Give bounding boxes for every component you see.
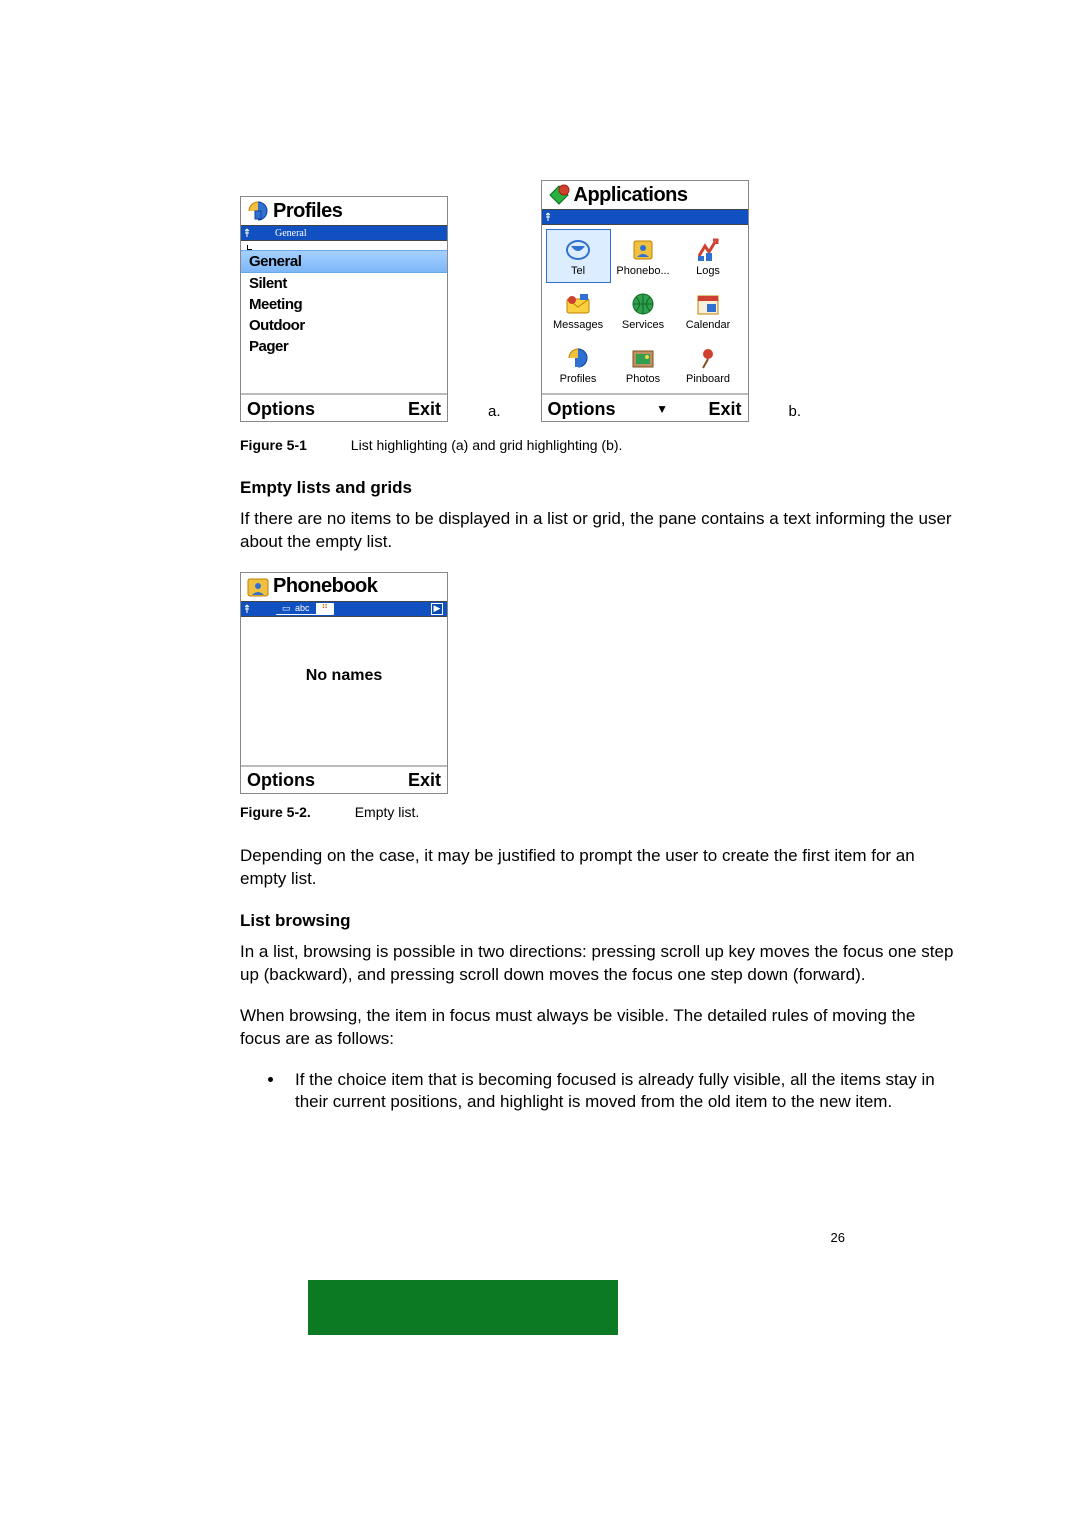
page-number: 26 bbox=[831, 1230, 845, 1245]
signal-icon bbox=[245, 604, 255, 614]
title-text: Phonebook bbox=[273, 575, 377, 598]
list-item[interactable]: Silent bbox=[241, 273, 447, 294]
title-pane: Profiles bbox=[241, 197, 447, 225]
softkey-left[interactable]: Options bbox=[548, 399, 616, 420]
status-pane: General bbox=[241, 225, 447, 241]
phonebook-title-icon bbox=[245, 576, 271, 598]
bullet-list: If the choice item that is becoming focu… bbox=[240, 1069, 960, 1115]
grid-label: Logs bbox=[696, 265, 720, 277]
title-pane: Phonebook bbox=[241, 573, 447, 601]
navi-tabs[interactable]: ▭ abc ⠛ bbox=[275, 602, 335, 616]
list-item[interactable]: General bbox=[241, 250, 447, 273]
grid-cell-photos[interactable]: Photos bbox=[611, 337, 676, 391]
figure-5-1-caption: Figure 5-1 List highlighting (a) and gri… bbox=[240, 437, 960, 453]
list-item[interactable]: Meeting bbox=[241, 294, 447, 315]
figure-5-1-row: Profiles General General Silent Meeting … bbox=[240, 180, 960, 422]
card-icon: ▭ bbox=[282, 603, 291, 613]
softkey-left[interactable]: Options bbox=[247, 770, 315, 791]
grid-cell-logs[interactable]: Logs bbox=[676, 229, 741, 283]
grid-label: Phonebo... bbox=[616, 265, 669, 277]
profiles-small-icon bbox=[563, 344, 593, 372]
grid-cell-profiles[interactable]: Profiles bbox=[546, 337, 611, 391]
status-pane: ▭ abc ⠛ ▶ bbox=[241, 601, 447, 617]
footer-green-bar bbox=[308, 1280, 618, 1335]
softkey-right[interactable]: Exit bbox=[709, 399, 742, 420]
screen-phonebook: Phonebook ▭ abc ⠛ ▶ No names Options Exi… bbox=[240, 572, 448, 794]
title-pane: Applications bbox=[542, 181, 748, 209]
grid-label: Profiles bbox=[560, 373, 597, 385]
bullet-item: If the choice item that is becoming focu… bbox=[285, 1069, 960, 1115]
profiles-icon bbox=[245, 200, 271, 222]
phonebook-icon bbox=[628, 236, 658, 264]
softkey-bar: Options Exit bbox=[241, 393, 447, 421]
tab-right-arrow-icon[interactable]: ▶ bbox=[431, 603, 443, 615]
screen-profiles: Profiles General General Silent Meeting … bbox=[240, 196, 448, 422]
applications-icon bbox=[546, 184, 572, 206]
softkey-center-arrow-icon[interactable]: ▼ bbox=[656, 402, 668, 416]
figure-caption-text: List highlighting (a) and grid highlight… bbox=[351, 437, 623, 453]
list-body: General Silent Meeting Outdoor Pager bbox=[241, 241, 447, 393]
grid-cell-messages[interactable]: Messages bbox=[546, 283, 611, 337]
softkey-right[interactable]: Exit bbox=[408, 770, 441, 791]
heading-list-browsing: List browsing bbox=[240, 911, 960, 931]
photos-icon bbox=[628, 344, 658, 372]
signal-icon bbox=[546, 212, 556, 222]
figure-letter-a: a. bbox=[488, 403, 501, 422]
list-item[interactable]: Outdoor bbox=[241, 315, 447, 336]
grid-label: Pinboard bbox=[686, 373, 730, 385]
tel-icon bbox=[563, 236, 593, 264]
grid-label: Calendar bbox=[686, 319, 731, 331]
paragraph: If there are no items to be displayed in… bbox=[240, 508, 960, 554]
logs-icon bbox=[693, 236, 723, 264]
grid-label: Messages bbox=[553, 319, 603, 331]
grid-label: Tel bbox=[571, 265, 585, 277]
calendar-icon bbox=[693, 290, 723, 318]
messages-icon bbox=[563, 290, 593, 318]
figure-letter-b: b. bbox=[789, 403, 802, 422]
empty-list-text: No names bbox=[306, 667, 382, 685]
figure-label: Figure 5-2. bbox=[240, 804, 311, 820]
softkey-bar: Options Exit bbox=[241, 765, 447, 793]
status-label: General bbox=[275, 228, 307, 239]
figure-5-2-caption: Figure 5-2. Empty list. bbox=[240, 804, 960, 820]
empty-list-body: No names bbox=[241, 617, 447, 765]
title-text: Profiles bbox=[273, 200, 342, 223]
services-icon bbox=[628, 290, 658, 318]
groups-icon: ⠛ bbox=[322, 603, 329, 613]
paragraph: In a list, browsing is possible in two d… bbox=[240, 941, 960, 987]
pinboard-icon bbox=[693, 344, 723, 372]
title-text: Applications bbox=[574, 184, 688, 207]
grid-label: Photos bbox=[626, 373, 660, 385]
softkey-bar: Options ▼ Exit bbox=[542, 393, 748, 421]
grid-body: Tel Phonebo... Logs bbox=[542, 225, 748, 393]
grid-cell-services[interactable]: Services bbox=[611, 283, 676, 337]
paragraph: When browsing, the item in focus must al… bbox=[240, 1005, 960, 1051]
paragraph: Depending on the case, it may be justifi… bbox=[240, 845, 960, 891]
heading-empty-lists: Empty lists and grids bbox=[240, 478, 960, 498]
grid-cell-calendar[interactable]: Calendar bbox=[676, 283, 741, 337]
grid-cell-tel[interactable]: Tel bbox=[546, 229, 611, 283]
signal-icon bbox=[245, 228, 255, 238]
grid-cell-phonebook[interactable]: Phonebo... bbox=[611, 229, 676, 283]
figure-caption-text: Empty list. bbox=[355, 804, 420, 820]
grid-label: Services bbox=[622, 319, 664, 331]
figure-label: Figure 5-1 bbox=[240, 437, 307, 453]
list-item[interactable]: Pager bbox=[241, 336, 447, 357]
softkey-left[interactable]: Options bbox=[247, 399, 315, 420]
screen-applications: Applications Tel bbox=[541, 180, 749, 422]
status-pane bbox=[542, 209, 748, 225]
grid-cell-pinboard[interactable]: Pinboard bbox=[676, 337, 741, 391]
tab-groups[interactable]: ⠛ bbox=[316, 603, 335, 614]
softkey-right[interactable]: Exit bbox=[408, 399, 441, 420]
tab-abc[interactable]: ▭ abc bbox=[276, 603, 316, 614]
